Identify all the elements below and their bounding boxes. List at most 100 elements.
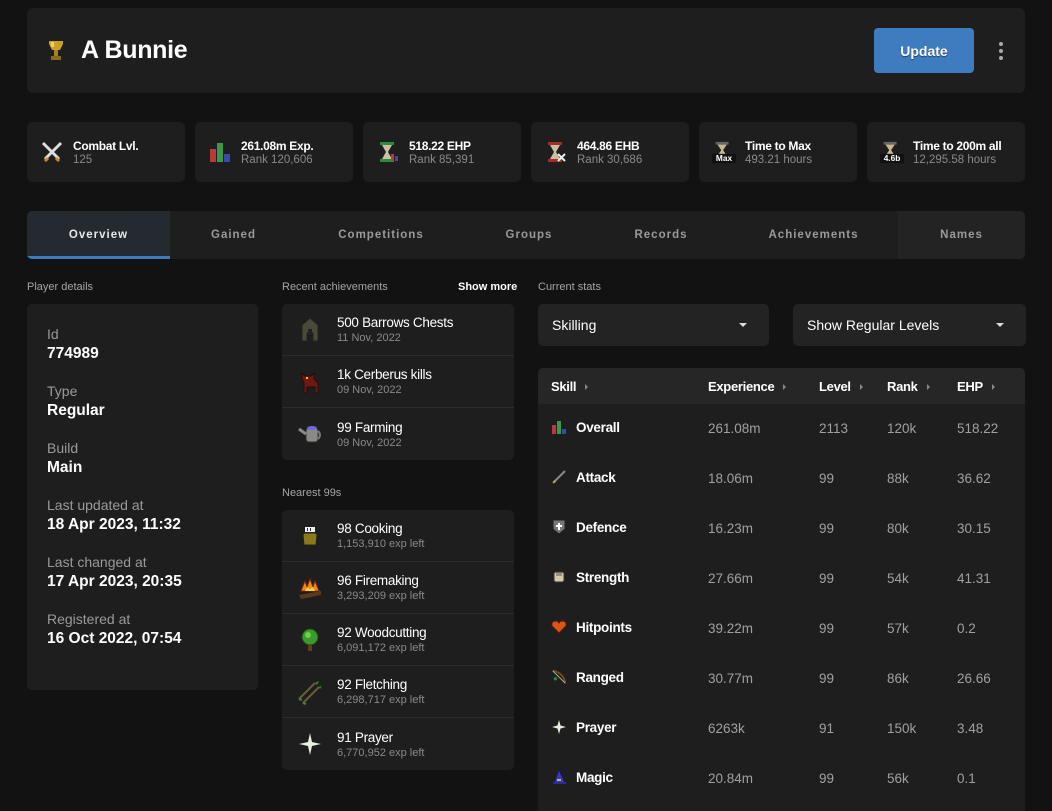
skill-name: Hitpoints [576,619,632,635]
watering-can-icon [296,420,324,448]
detail-value: 16 Oct 2022, 07:54 [47,630,182,647]
ehp-cell: 518.22 [957,421,999,436]
column-label: Level [819,379,851,394]
max-badge: Max [716,153,733,163]
detail-value: 18 Apr 2023, 11:32 [47,516,181,533]
tab-records[interactable]: Records [593,211,729,259]
sort-icon [991,383,995,390]
table-row[interactable]: Magic 20.84m 99 56k 0.1 [538,754,1025,804]
table-row[interactable]: Ranged 30.77m 99 86k 26.66 [538,654,1025,704]
achievement-item[interactable]: 500 Barrows Chests 11 Nov, 2022 [282,304,514,356]
achievement-date: 09 Nov, 2022 [337,436,402,449]
200m-badge: 4.6b [884,153,901,163]
show-more-link[interactable]: Show more [458,281,517,293]
cooking-pot-icon [296,522,324,550]
detail-value: 774989 [47,345,99,362]
table-row[interactable]: Hitpoints 39.22m 99 57k 0.2 [538,604,1025,654]
tab-names[interactable]: Names [898,211,1025,259]
achievement-item[interactable]: 1k Cerberus kills 09 Nov, 2022 [282,356,514,408]
arrows-icon [296,678,324,706]
sort-icon [859,383,863,390]
update-button[interactable]: Update [874,28,974,73]
column-header-ehp[interactable]: EHP [957,379,995,394]
column-header-rank[interactable]: Rank [887,379,930,394]
ehp-cell: 41.31 [957,571,991,586]
tab-competitions[interactable]: Competitions [297,211,465,259]
nearest-99-item[interactable]: 98 Cooking 1,153,910 exp left [282,510,514,562]
tab-gained[interactable]: Gained [170,211,297,259]
stat-title: Time to Max [745,138,811,153]
trophy-icon [47,40,65,62]
crossed-swords-icon [40,140,64,164]
column-header-skill[interactable]: Skill [551,379,589,394]
level-cell: 99 [819,621,835,636]
stat-title: Time to 200m all [913,138,1002,153]
table-row[interactable]: Prayer 6263k 91 150k 3.48 [538,704,1025,754]
stat-sub: Rank 85,391 [409,153,475,166]
sort-icon [926,383,930,390]
achievement-title: 1k Cerberus kills [337,367,432,382]
skill-cell: Defence [551,519,627,535]
skill-name: Attack [576,469,616,485]
skill-cell: Magic [551,769,613,785]
metric-type-select[interactable]: Skilling [538,304,769,346]
stat-card-ehp: 518.22 EHP Rank 85,391 [363,122,521,182]
nearest-99-item[interactable]: 96 Firemaking 3,293,209 exp left [282,562,514,614]
tree-icon [296,626,324,654]
detail-label: Registered at [47,611,131,627]
achievement-item[interactable]: 99 Farming 09 Nov, 2022 [282,408,514,460]
sort-icon [783,383,787,390]
nearest-99-item[interactable]: 91 Prayer 6,770,952 exp left [282,718,514,770]
tab-achievements[interactable]: Achievements [729,211,898,259]
rank-cell: 56k [887,771,909,786]
stat-sub: Rank 30,686 [577,153,643,166]
skill-cell: Attack [551,469,616,485]
detail-id: Id 774989 [47,326,238,364]
nearest-99-item[interactable]: 92 Fletching 6,298,717 exp left [282,666,514,718]
cerberus-icon [296,368,324,396]
skill-cell: Overall [551,419,620,435]
stat-title: 261.08m Exp. [241,138,314,153]
hourglass-max-icon: Max [712,140,736,164]
player-details-card: Id 774989 Type Regular Build Main Last u… [27,304,258,690]
detail-label: Last updated at [47,497,144,513]
nearest-99-exp-left: 3,293,209 exp left [337,590,425,602]
chevron-down-icon [739,323,747,327]
rank-cell: 86k [887,671,909,686]
nearest-99-title: 92 Fletching [337,677,407,692]
level-type-select[interactable]: Show Regular Levels [793,304,1026,346]
column-label: Rank [887,379,918,394]
recent-achievements-label: Recent achievements [282,281,388,293]
achievement-date: 09 Nov, 2022 [337,384,402,396]
table-row[interactable]: Defence 16.23m 99 80k 30.15 [538,504,1025,554]
detail-value: Main [47,459,83,476]
hourglass-red-icon [544,140,568,164]
detail-type: Type Regular [47,383,238,421]
table-row[interactable]: Attack 18.06m 99 88k 36.62 [538,454,1025,504]
level-cell: 2113 [819,421,849,436]
tab-overview[interactable]: Overview [27,211,170,259]
detail-label: Build [47,440,79,456]
stat-title: 518.22 EHP [409,138,471,153]
column-header-level[interactable]: Level [819,379,863,394]
ehp-cell: 36.62 [957,471,991,486]
tab-groups[interactable]: Groups [465,211,593,259]
experience-cell: 30.77m [708,671,754,686]
table-row[interactable]: Overall 261.08m 2113 120k 518.22 [538,404,1025,454]
more-options-icon[interactable] [991,36,1011,66]
nearest-99-item[interactable]: 92 Woodcutting 6,091,172 exp left [282,614,514,666]
table-row[interactable]: Strength 27.66m 99 54k 41.31 [538,554,1025,604]
column-header-experience[interactable]: Experience [708,379,787,394]
experience-cell: 16.23m [708,521,754,536]
level-type-value: Show Regular Levels [807,317,940,333]
ehp-cell: 26.66 [957,671,991,686]
detail-last-updated: Last updated at 18 Apr 2023, 11:32 [47,497,238,535]
detail-label: Last changed at [47,554,147,570]
skill-cell: Strength [551,569,629,585]
rank-cell: 150k [887,721,917,736]
ranged-icon [551,669,567,685]
player-name: A Bunnie [81,36,188,64]
stat-card-exp: 261.08m Exp. Rank 120,606 [195,122,353,182]
rank-cell: 88k [887,471,909,486]
attack-icon [551,469,567,485]
